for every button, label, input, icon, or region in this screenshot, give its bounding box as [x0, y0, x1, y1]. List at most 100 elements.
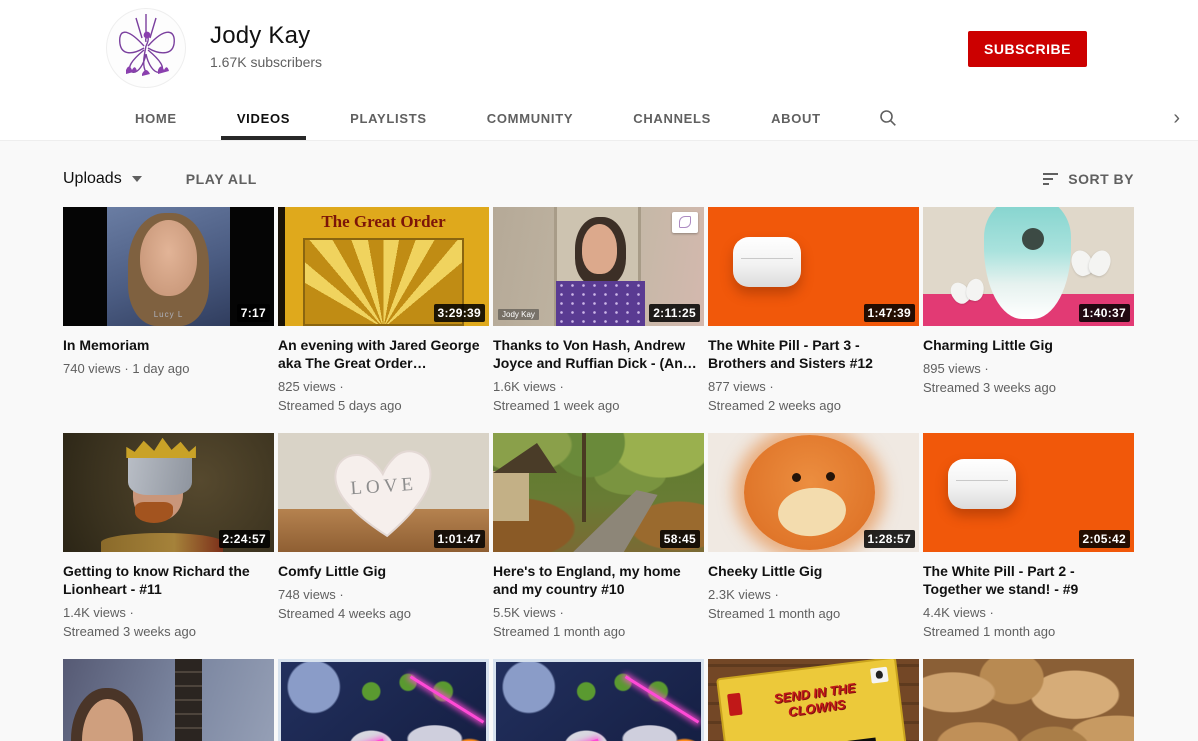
thumbnail-art: [624, 675, 700, 724]
video-title[interactable]: Cheeky Little Gig: [708, 562, 919, 580]
video-thumbnail[interactable]: Seasons of life: [923, 659, 1134, 741]
video-thumbnail[interactable]: SEND IN THE CLOWNS: [708, 659, 919, 741]
video-meta: 4.4K views · Streamed 1 month ago: [923, 605, 1056, 639]
duration-badge: 2:24:57: [218, 530, 270, 548]
tab-home[interactable]: HOME: [119, 96, 193, 140]
heart-art: LOVE: [333, 449, 431, 537]
video-card[interactable]: Lucy L 7:17 In Memoriam 740 views · 1 da…: [63, 207, 274, 433]
thumbnail-watermark: Jody Kay: [498, 309, 539, 320]
video-thumbnail[interactable]: 2:24:57: [63, 433, 274, 552]
video-card[interactable]: [63, 659, 274, 741]
thumbnail-art: [128, 452, 192, 495]
uploads-label: Uploads: [63, 170, 122, 187]
video-card[interactable]: 1:40:37 Charming Little Gig 895 views · S…: [923, 207, 1134, 433]
subscribe-button[interactable]: SUBSCRIBE: [968, 31, 1087, 67]
video-meta: 2.3K views · Streamed 1 month ago: [708, 587, 841, 621]
thumbnail-art: SEND IN THE CLOWNS: [715, 659, 912, 741]
video-card[interactable]: Seasons of life: [923, 659, 1134, 741]
video-card[interactable]: Jody Kay 2:11:25 Thanks to Von Hash, And…: [493, 207, 704, 433]
uploads-dropdown[interactable]: Uploads: [63, 170, 142, 188]
video-thumbnail[interactable]: The Great Order 3:29:39: [278, 207, 489, 326]
video-grid: Lucy L 7:17 In Memoriam 740 views · 1 da…: [0, 193, 1198, 741]
video-meta: 877 views · Streamed 2 weeks ago: [708, 379, 841, 413]
thumbnail-art: [100, 532, 224, 552]
duration-badge: 1:40:37: [1078, 304, 1130, 322]
video-thumbnail[interactable]: 1:28:57: [708, 433, 919, 552]
video-card[interactable]: [493, 659, 704, 741]
duration-badge: 3:29:39: [433, 304, 485, 322]
channel-logo-overlay: [672, 212, 698, 233]
video-title[interactable]: In Memoriam: [63, 336, 274, 354]
thumbnail-art: [174, 659, 203, 741]
video-card[interactable]: 1:47:39 The White Pill - Part 3 - Brothe…: [708, 207, 919, 433]
video-title[interactable]: Charming Little Gig: [923, 336, 1134, 354]
video-thumbnail[interactable]: [63, 659, 274, 741]
duration-badge: 2:05:42: [1078, 530, 1130, 548]
video-thumbnail[interactable]: 2:05:42: [923, 433, 1134, 552]
caret-down-icon: [131, 176, 142, 182]
video-card[interactable]: LOVE 1:01:47 Comfy Little Gig 748 views …: [278, 433, 489, 659]
video-thumbnail[interactable]: [493, 659, 704, 741]
video-thumbnail[interactable]: 1:47:39: [708, 207, 919, 326]
video-title[interactable]: Here's to England, my home and my countr…: [493, 562, 704, 598]
tab-channels[interactable]: CHANNELS: [617, 96, 727, 140]
thumbnail-art: [733, 236, 801, 287]
sort-lines-icon: [1043, 173, 1059, 185]
video-meta: 1.6K views · Streamed 1 week ago: [493, 379, 620, 413]
search-icon: [879, 110, 896, 126]
thumbnail-art: [409, 675, 485, 724]
video-thumbnail[interactable]: 58:45: [493, 433, 704, 552]
thumbnail-art: [581, 223, 618, 274]
thumbnail-art: [493, 442, 557, 473]
thumbnail-art: [493, 471, 529, 522]
subscriber-count: 1.67K subscribers: [210, 54, 323, 70]
video-meta: 895 views · Streamed 3 weeks ago: [923, 361, 1056, 395]
thumbnail-text: The Great Order: [321, 212, 446, 231]
video-meta: 5.5K views · Streamed 1 month ago: [493, 605, 626, 639]
sort-by-button[interactable]: SORT BY: [1043, 171, 1134, 187]
video-thumbnail[interactable]: LOVE 1:01:47: [278, 433, 489, 552]
video-card[interactable]: [278, 659, 489, 741]
video-card[interactable]: 58:45 Here's to England, my home and my …: [493, 433, 704, 659]
duration-badge: 1:01:47: [433, 530, 485, 548]
video-thumbnail[interactable]: Jody Kay 2:11:25: [493, 207, 704, 326]
thumbnail-art: [140, 220, 197, 297]
tab-videos[interactable]: VIDEOS: [220, 96, 307, 140]
thumbnail-art: [126, 437, 196, 458]
video-meta: 748 views · Streamed 4 weeks ago: [278, 587, 411, 621]
duration-badge: 2:11:25: [649, 304, 700, 322]
video-thumbnail[interactable]: Lucy L 7:17: [63, 207, 274, 326]
video-title[interactable]: Comfy Little Gig: [278, 562, 489, 580]
video-card[interactable]: SEND IN THE CLOWNS: [708, 659, 919, 741]
channel-avatar[interactable]: [106, 8, 186, 88]
video-meta: 1.4K views · Streamed 3 weeks ago: [63, 605, 196, 639]
svg-text:LOVE: LOVE: [349, 473, 417, 499]
thumbnail-sign-text: SEND IN THE CLOWNS: [772, 680, 857, 720]
fairy-illustration-icon: [119, 14, 175, 76]
video-title[interactable]: The White Pill - Part 2 - Together we st…: [923, 562, 1134, 598]
video-title[interactable]: An evening with Jared George aka The Gre…: [278, 336, 489, 372]
video-card[interactable]: 2:05:42 The White Pill - Part 2 - Togeth…: [923, 433, 1134, 659]
play-all-button[interactable]: PLAY ALL: [186, 171, 257, 187]
thumbnail-art: [581, 433, 586, 523]
channel-search-button[interactable]: [865, 96, 911, 140]
butterfly-art: [1071, 250, 1111, 280]
tab-about[interactable]: ABOUT: [755, 96, 837, 140]
tab-community[interactable]: COMMUNITY: [471, 96, 589, 140]
video-title[interactable]: Getting to know Richard the Lionheart - …: [63, 562, 274, 598]
video-thumbnail[interactable]: [278, 659, 489, 741]
video-title[interactable]: The White Pill - Part 3 - Brothers and S…: [708, 336, 919, 372]
video-card[interactable]: 1:28:57 Cheeky Little Gig 2.3K views · St…: [708, 433, 919, 659]
video-card[interactable]: 2:24:57 Getting to know Richard the Lion…: [63, 433, 274, 659]
thumbnail-art: [948, 459, 1016, 510]
videos-controls-row: Uploads PLAY ALL SORT BY: [0, 141, 1198, 193]
tab-playlists[interactable]: PLAYLISTS: [334, 96, 443, 140]
thumbnail-art: [556, 280, 645, 326]
video-thumbnail[interactable]: 1:40:37: [923, 207, 1134, 326]
video-title[interactable]: Thanks to Von Hash, Andrew Joyce and Ruf…: [493, 336, 704, 372]
video-card[interactable]: The Great Order 3:29:39 An evening with …: [278, 207, 489, 433]
duration-badge: 1:47:39: [863, 304, 915, 322]
thumbnail-art: [134, 502, 173, 524]
channel-tab-bar: HOME VIDEOS PLAYLISTS COMMUNITY CHANNELS…: [0, 96, 1198, 141]
chevron-right-icon[interactable]: ›: [1173, 96, 1180, 140]
